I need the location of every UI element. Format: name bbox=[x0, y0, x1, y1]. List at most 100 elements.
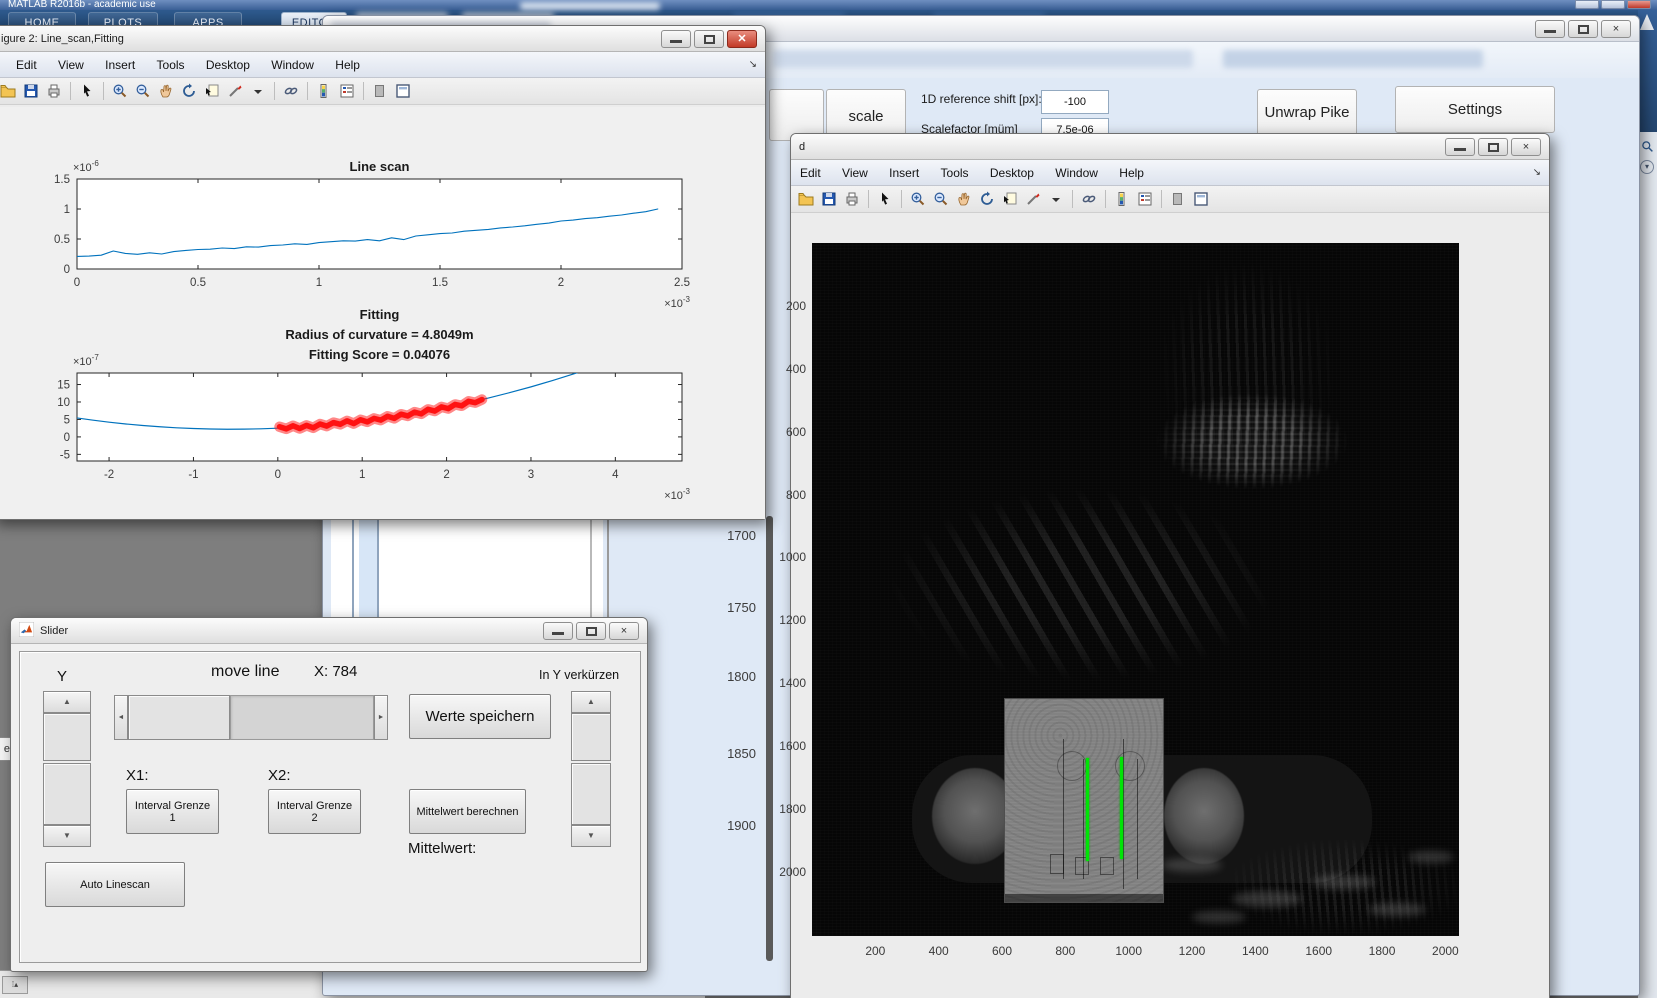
rotate-3d-icon[interactable] bbox=[977, 189, 997, 209]
dock-plain-icon[interactable] bbox=[370, 81, 390, 101]
svg-text:-1: -1 bbox=[188, 469, 198, 481]
dropdown-caret-icon[interactable] bbox=[1046, 189, 1066, 209]
data-cursor-icon[interactable] bbox=[1000, 189, 1020, 209]
image-x-tick-label: 1000 bbox=[1115, 944, 1143, 958]
menu-desktop[interactable]: Desktop bbox=[197, 52, 259, 78]
figure-window-linescan: igure 2: Line_scan,Fitting ✕ Edit View I… bbox=[0, 25, 766, 520]
matlab-right-sidebar: ▾ bbox=[1638, 10, 1657, 998]
pointer-icon[interactable] bbox=[875, 189, 895, 209]
menu-view[interactable]: View bbox=[833, 160, 877, 186]
image-y-tick-label: 1800 bbox=[779, 801, 806, 816]
menu-desktop[interactable]: Desktop bbox=[981, 160, 1043, 186]
svg-text:2: 2 bbox=[443, 469, 449, 481]
bottom-scrollbar[interactable]: ⁞▴ bbox=[2, 976, 28, 994]
legend-icon[interactable] bbox=[1135, 189, 1155, 209]
matlab-maximize-button[interactable] bbox=[1601, 0, 1625, 9]
gui-minimize-button[interactable] bbox=[1535, 20, 1565, 38]
ref-shift-input[interactable] bbox=[1041, 90, 1109, 114]
x-slider-right-button[interactable]: ► bbox=[374, 695, 388, 740]
menu-window[interactable]: Window bbox=[262, 52, 323, 78]
zoom-in-icon[interactable] bbox=[908, 189, 928, 209]
menu-overflow-icon[interactable]: ↘ bbox=[749, 52, 757, 78]
matlab-minimize-button[interactable] bbox=[1575, 0, 1599, 9]
x-slider-track[interactable] bbox=[230, 695, 374, 740]
zoom-out-icon[interactable] bbox=[931, 189, 951, 209]
save-icon[interactable] bbox=[21, 81, 41, 101]
menu-view[interactable]: View bbox=[49, 52, 93, 78]
link-plot-icon[interactable] bbox=[281, 81, 301, 101]
auto-linescan-button[interactable]: Auto Linescan bbox=[45, 862, 185, 907]
link-plot-icon[interactable] bbox=[1079, 189, 1099, 209]
bg-axis-label: 1900 bbox=[727, 818, 756, 833]
colorbar-icon[interactable] bbox=[1112, 189, 1132, 209]
menu-edit[interactable]: Edit bbox=[791, 160, 830, 186]
pan-hand-icon[interactable] bbox=[156, 81, 176, 101]
y2-slider-track[interactable] bbox=[571, 763, 611, 825]
brush-icon[interactable] bbox=[1023, 189, 1043, 209]
matlab-titlebar: MATLAB R2016b - academic use bbox=[0, 0, 1657, 10]
dock-frame-icon[interactable] bbox=[393, 81, 413, 101]
y-slider-down-button[interactable]: ▼ bbox=[43, 825, 91, 847]
dropdown-caret-icon[interactable] bbox=[248, 81, 268, 101]
expand-dropdown-icon[interactable]: ▾ bbox=[1640, 160, 1654, 174]
dock-plain-icon[interactable] bbox=[1168, 189, 1188, 209]
y-label: Y bbox=[57, 668, 68, 685]
figure-d-restore-button[interactable] bbox=[1478, 138, 1508, 156]
gui-close-button[interactable]: × bbox=[1601, 20, 1631, 38]
menu-help[interactable]: Help bbox=[1110, 160, 1153, 186]
colorbar-icon[interactable] bbox=[314, 81, 334, 101]
compute-mean-button[interactable]: Mittelwert berechnen bbox=[409, 789, 526, 834]
gui-restore-button[interactable] bbox=[1568, 20, 1598, 38]
menu-edit[interactable]: Edit bbox=[7, 52, 46, 78]
menu-help[interactable]: Help bbox=[326, 52, 369, 78]
pointer-icon[interactable] bbox=[77, 81, 97, 101]
data-cursor-icon[interactable] bbox=[202, 81, 222, 101]
interval-limit-1-button[interactable]: Interval Grenze 1 bbox=[126, 789, 219, 834]
image-y-tick-label: 1400 bbox=[779, 676, 806, 691]
open-folder-icon[interactable] bbox=[796, 189, 816, 209]
menu-insert[interactable]: Insert bbox=[880, 160, 928, 186]
y-slider-thumb[interactable] bbox=[43, 713, 91, 761]
menu-tools[interactable]: Tools bbox=[148, 52, 194, 78]
svg-text:0.5: 0.5 bbox=[190, 277, 206, 289]
figure-d-toolbar bbox=[791, 186, 1549, 213]
menu-overflow-icon[interactable]: ↘ bbox=[1533, 160, 1541, 186]
pan-hand-icon[interactable] bbox=[954, 189, 974, 209]
print-icon[interactable] bbox=[44, 81, 64, 101]
y2-slider-thumb[interactable] bbox=[571, 713, 611, 761]
figure2-minimize-button[interactable] bbox=[661, 30, 691, 48]
menu-insert[interactable]: Insert bbox=[96, 52, 144, 78]
zoom-out-icon[interactable] bbox=[133, 81, 153, 101]
matlab-close-button[interactable] bbox=[1627, 0, 1651, 9]
menu-tools[interactable]: Tools bbox=[932, 160, 978, 186]
legend-icon[interactable] bbox=[337, 81, 357, 101]
y2-slider-up-button[interactable]: ▲ bbox=[571, 691, 611, 713]
rotate-3d-icon[interactable] bbox=[179, 81, 199, 101]
y2-slider-down-button[interactable]: ▼ bbox=[571, 825, 611, 847]
brush-icon[interactable] bbox=[225, 81, 245, 101]
y-slider-track[interactable] bbox=[43, 763, 91, 825]
search-icon[interactable] bbox=[1641, 140, 1654, 153]
slider-close-button[interactable]: × bbox=[609, 622, 639, 640]
slider-minimize-button[interactable] bbox=[543, 622, 573, 640]
figure2-restore-button[interactable] bbox=[694, 30, 724, 48]
zoom-in-icon[interactable] bbox=[110, 81, 130, 101]
figure2-close-button[interactable]: ✕ bbox=[727, 30, 757, 48]
dock-frame-icon[interactable] bbox=[1191, 189, 1211, 209]
settings-button[interactable]: Settings bbox=[1395, 86, 1555, 133]
screen: MATLAB R2016b - academic use HOME PLOTS … bbox=[0, 0, 1657, 998]
y-slider-up-button[interactable]: ▲ bbox=[43, 691, 91, 713]
print-icon[interactable] bbox=[842, 189, 862, 209]
unwrap-pike-button[interactable]: Unwrap Pike bbox=[1257, 89, 1357, 136]
x-slider-thumb[interactable] bbox=[128, 695, 230, 740]
x-slider-left-button[interactable]: ◄ bbox=[114, 695, 128, 740]
menu-window[interactable]: Window bbox=[1046, 160, 1107, 186]
save-icon[interactable] bbox=[819, 189, 839, 209]
figure-d-minimize-button[interactable] bbox=[1445, 138, 1475, 156]
open-folder-icon[interactable] bbox=[0, 81, 18, 101]
slider-restore-button[interactable] bbox=[576, 622, 606, 640]
interval-limit-2-button[interactable]: Interval Grenze 2 bbox=[268, 789, 361, 834]
save-values-button[interactable]: Werte speichern bbox=[409, 694, 551, 739]
figure-d-close-button[interactable]: × bbox=[1511, 138, 1541, 156]
image-x-tick-label: 1800 bbox=[1368, 944, 1396, 958]
